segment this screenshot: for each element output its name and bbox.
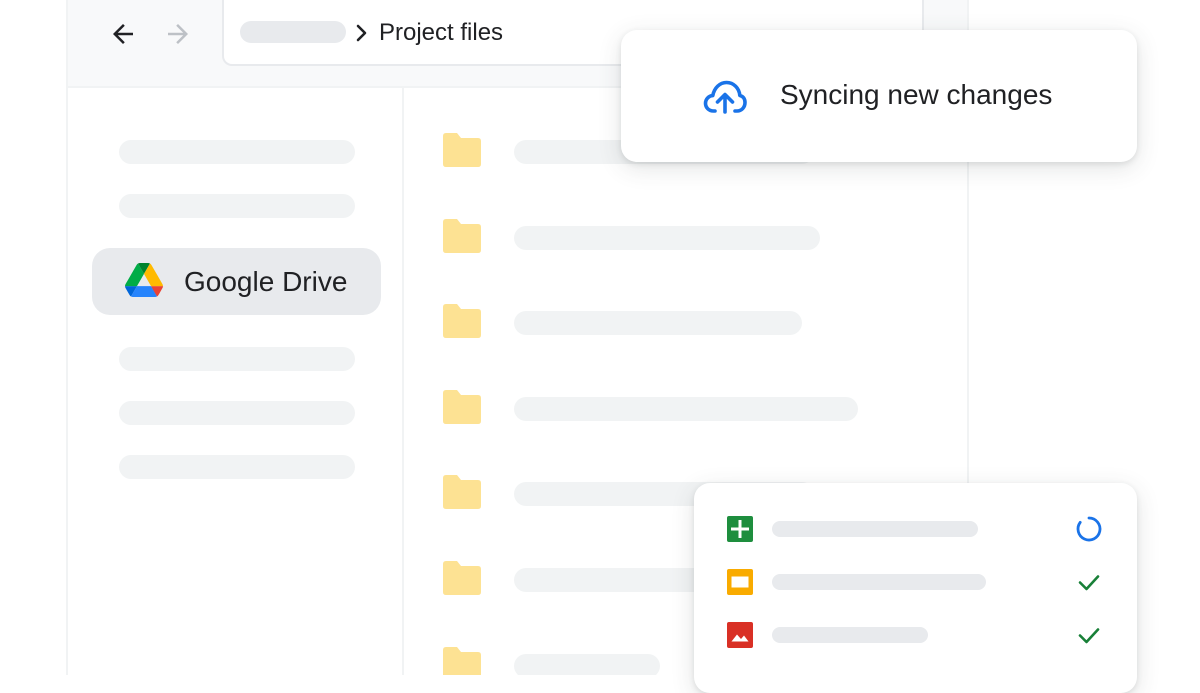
list-item[interactable] bbox=[694, 620, 1137, 650]
file-name-placeholder bbox=[514, 397, 858, 421]
upload-status-panel bbox=[694, 483, 1137, 693]
google-sheets-icon bbox=[727, 516, 753, 542]
breadcrumb-current[interactable]: Project files bbox=[379, 19, 503, 47]
chevron-right-icon bbox=[356, 24, 367, 42]
sidebar-item-placeholder[interactable] bbox=[119, 347, 355, 371]
sync-status-text: Syncing new changes bbox=[780, 79, 1053, 110]
list-item[interactable] bbox=[404, 218, 967, 268]
folder-icon bbox=[443, 475, 481, 509]
arrow-left-icon bbox=[113, 24, 133, 44]
file-name-placeholder bbox=[514, 654, 660, 675]
sidebar: Google Drive bbox=[68, 88, 404, 675]
list-item[interactable] bbox=[404, 303, 967, 353]
folder-icon bbox=[443, 390, 481, 424]
folder-icon bbox=[443, 219, 481, 253]
sidebar-item-placeholder[interactable] bbox=[119, 455, 355, 479]
sidebar-item-placeholder[interactable] bbox=[119, 194, 355, 218]
sidebar-item-placeholder[interactable] bbox=[119, 140, 355, 164]
sync-notification: Syncing new changes bbox=[621, 30, 1137, 162]
folder-icon bbox=[443, 304, 481, 338]
forward-button[interactable] bbox=[158, 14, 198, 54]
cloud-upload-icon bbox=[703, 80, 747, 114]
file-name-placeholder bbox=[772, 574, 986, 590]
checkmark-icon bbox=[1078, 628, 1100, 644]
sidebar-item-google-drive[interactable]: Google Drive bbox=[92, 248, 381, 315]
sidebar-item-label: Google Drive bbox=[184, 266, 348, 297]
file-name-placeholder bbox=[772, 627, 928, 643]
file-name-placeholder bbox=[514, 311, 802, 335]
spinner-icon bbox=[1076, 516, 1102, 542]
breadcrumb-placeholder[interactable] bbox=[240, 21, 346, 43]
folder-icon bbox=[443, 647, 481, 675]
back-button[interactable] bbox=[103, 14, 143, 54]
google-drive-icon bbox=[125, 263, 163, 297]
image-file-icon bbox=[727, 622, 753, 648]
google-slides-icon bbox=[727, 569, 753, 595]
checkmark-icon bbox=[1078, 575, 1100, 591]
file-name-placeholder bbox=[514, 226, 820, 250]
list-item[interactable] bbox=[694, 567, 1137, 597]
folder-icon bbox=[443, 133, 481, 167]
list-item[interactable] bbox=[404, 389, 967, 439]
arrow-right-icon bbox=[168, 24, 188, 44]
file-name-placeholder bbox=[772, 521, 978, 537]
folder-icon bbox=[443, 561, 481, 595]
list-item[interactable] bbox=[694, 514, 1137, 544]
sidebar-item-placeholder[interactable] bbox=[119, 401, 355, 425]
